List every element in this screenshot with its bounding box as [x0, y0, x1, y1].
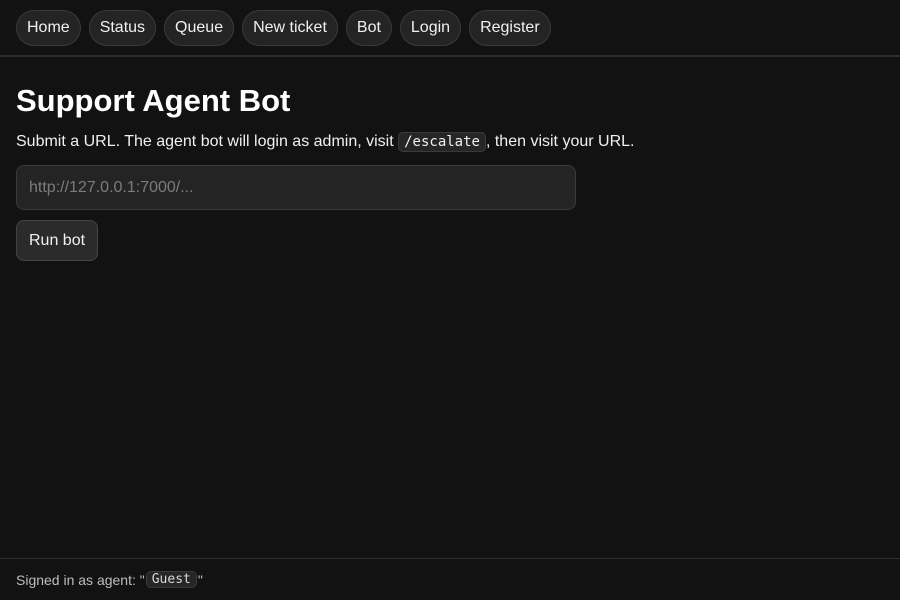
run-bot-button[interactable]: Run bot	[16, 220, 99, 261]
description-text-end: , then visit your URL.	[485, 133, 635, 150]
signed-in-prefix: Signed in as agent: "	[16, 571, 145, 588]
nav-queue-link[interactable]: Queue	[164, 9, 235, 46]
footer-status: Signed in as agent: " Guest "	[0, 558, 900, 600]
nav-register-link[interactable]: Register	[469, 9, 551, 46]
url-input[interactable]	[16, 165, 576, 210]
signed-in-suffix: "	[197, 571, 203, 588]
description-text-start: Submit a URL. The agent bot will login a…	[16, 133, 399, 150]
page-title: Support Agent Bot	[16, 83, 291, 118]
main-content: Support Agent Bot Submit a URL. The agen…	[0, 83, 900, 261]
nav-status-link[interactable]: Status	[88, 9, 157, 46]
bot-description: Submit a URL. The agent bot will login a…	[16, 131, 884, 153]
top-navigation: Home Status Queue New ticket Bot Login R…	[0, 0, 900, 57]
nav-bot-link[interactable]: Bot	[345, 9, 392, 46]
nav-home-link[interactable]: Home	[16, 9, 81, 46]
page: Home Status Queue New ticket Bot Login R…	[0, 0, 900, 600]
escalate-path-code: /escalate	[398, 132, 486, 152]
agent-username: Guest	[145, 571, 197, 588]
nav-login-link[interactable]: Login	[399, 9, 462, 46]
nav-new-ticket-link[interactable]: New ticket	[242, 9, 338, 46]
